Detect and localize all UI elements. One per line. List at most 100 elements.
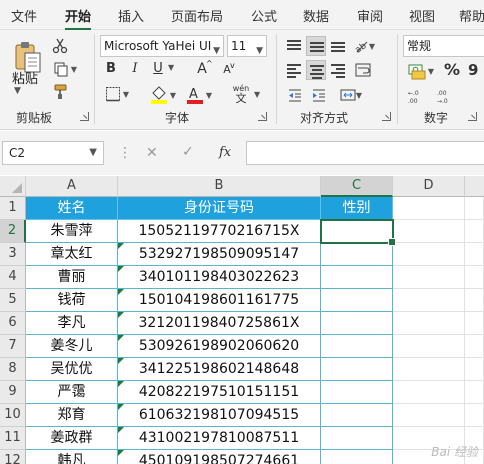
table-cell[interactable]: 420822197510151151 — [118, 381, 321, 404]
table-cell[interactable]: 431002197810087511 — [118, 427, 321, 450]
bold-button[interactable]: B — [102, 60, 120, 78]
font-color-button[interactable]: A ▼ — [184, 84, 214, 106]
row-header[interactable]: 12 — [0, 450, 26, 464]
row-header[interactable]: 7 — [0, 335, 26, 358]
table-cell[interactable]: 章太红 — [26, 243, 118, 266]
underline-dropdown-icon[interactable]: ▼ — [168, 63, 174, 72]
align-middle-icon[interactable] — [306, 36, 326, 56]
empty-cell[interactable] — [393, 404, 465, 427]
column-header-c[interactable]: C — [321, 176, 393, 197]
table-cell[interactable]: 532927198509095147 — [118, 243, 321, 266]
table-cell[interactable]: 朱雪萍 — [26, 220, 118, 243]
empty-cell[interactable] — [465, 266, 484, 289]
table-cell[interactable] — [321, 220, 393, 243]
align-bottom-icon[interactable] — [328, 36, 348, 56]
empty-cell[interactable] — [393, 335, 465, 358]
cut-button[interactable] — [50, 36, 70, 56]
empty-cell[interactable] — [465, 335, 484, 358]
accounting-format-button[interactable]: ▼ — [403, 60, 439, 82]
table-cell[interactable]: 李凡 — [26, 312, 118, 335]
column-header-b[interactable]: B — [118, 176, 321, 197]
tab-help[interactable]: 帮助 — [459, 6, 484, 25]
table-cell[interactable] — [321, 289, 393, 312]
header-cell[interactable]: 性别 — [321, 197, 393, 220]
table-cell[interactable]: 341225198602148648 — [118, 358, 321, 381]
borders-button[interactable]: ▼ — [102, 84, 132, 104]
table-cell[interactable]: 吴优优 — [26, 358, 118, 381]
table-cell[interactable] — [321, 335, 393, 358]
decrease-decimal-button[interactable]: .00 →.0 — [434, 86, 458, 106]
table-cell[interactable]: 韩凡 — [26, 450, 118, 464]
table-cell[interactable]: 严霭 — [26, 381, 118, 404]
font-size-select[interactable]: 11 ▼ — [227, 35, 267, 57]
tab-file[interactable]: 文件 — [11, 6, 37, 25]
row-header[interactable]: 1 — [0, 197, 26, 220]
column-header-a[interactable]: A — [26, 176, 118, 197]
empty-cell[interactable] — [465, 243, 484, 266]
alignment-launcher-icon[interactable] — [382, 112, 391, 121]
chevron-down-icon[interactable]: ▼ — [254, 90, 260, 99]
empty-cell[interactable] — [393, 243, 465, 266]
row-header[interactable]: 10 — [0, 404, 26, 427]
font-launcher-icon[interactable] — [258, 112, 267, 121]
table-cell[interactable] — [321, 266, 393, 289]
table-cell[interactable] — [321, 243, 393, 266]
underline-button[interactable]: U — [149, 60, 167, 78]
header-cell[interactable]: 姓名 — [26, 197, 118, 220]
increase-indent-button[interactable] — [308, 85, 330, 105]
table-cell[interactable]: 150104198601161775 — [118, 289, 321, 312]
empty-cell[interactable] — [393, 381, 465, 404]
tab-data[interactable]: 数据 — [303, 6, 329, 25]
row-header[interactable]: 6 — [0, 312, 26, 335]
font-name-select[interactable]: Microsoft YaHei UI ▼ — [100, 35, 224, 57]
table-cell[interactable]: 530926198902060620 — [118, 335, 321, 358]
orientation-button[interactable]: ab ▼ — [350, 36, 378, 56]
empty-cell[interactable] — [465, 220, 484, 243]
empty-cell[interactable] — [393, 197, 465, 220]
empty-cell[interactable] — [465, 358, 484, 381]
empty-cell[interactable] — [393, 289, 465, 312]
empty-cell[interactable] — [465, 312, 484, 335]
format-painter-button[interactable] — [50, 82, 70, 102]
tab-insert[interactable]: 插入 — [118, 6, 144, 25]
table-cell[interactable] — [321, 450, 393, 464]
empty-cell[interactable] — [465, 289, 484, 312]
phonetic-button[interactable]: wén 文 — [230, 82, 252, 106]
empty-cell[interactable] — [393, 220, 465, 243]
select-all-corner[interactable] — [0, 176, 26, 197]
fill-color-button[interactable]: ▼ — [148, 84, 178, 106]
row-header[interactable]: 8 — [0, 358, 26, 381]
empty-cell[interactable] — [465, 197, 484, 220]
decrease-indent-button[interactable] — [284, 85, 306, 105]
insert-function-button[interactable]: fx — [219, 145, 231, 160]
tab-formulas[interactable]: 公式 — [251, 6, 277, 25]
align-left-icon[interactable] — [284, 60, 304, 80]
header-cell[interactable]: 身份证号码 — [118, 197, 321, 220]
table-cell[interactable] — [321, 358, 393, 381]
table-cell[interactable]: 姜政群 — [26, 427, 118, 450]
align-right-icon[interactable] — [328, 60, 348, 80]
align-top-icon[interactable] — [284, 36, 304, 56]
copy-button[interactable]: ▼ — [50, 59, 80, 79]
row-header[interactable]: 11 — [0, 427, 26, 450]
table-cell[interactable] — [321, 427, 393, 450]
increase-decimal-button[interactable]: ←.0 .00 — [405, 86, 429, 106]
empty-cell[interactable] — [465, 404, 484, 427]
tab-page-layout[interactable]: 页面布局 — [171, 6, 223, 25]
paste-dropdown-icon[interactable]: ▼ — [14, 86, 21, 96]
table-cell[interactable]: 曹丽 — [26, 266, 118, 289]
tab-view[interactable]: 视图 — [409, 6, 435, 25]
tab-review[interactable]: 审阅 — [357, 6, 383, 25]
table-cell[interactable] — [321, 381, 393, 404]
cancel-entry-button[interactable]: ✕ — [146, 145, 158, 161]
wrap-text-button[interactable] — [352, 60, 374, 80]
number-launcher-icon[interactable] — [468, 112, 477, 121]
align-center-icon[interactable] — [306, 60, 326, 80]
table-cell[interactable]: 610632198107094515 — [118, 404, 321, 427]
row-header[interactable]: 3 — [0, 243, 26, 266]
table-cell[interactable]: 32120119840725861X — [118, 312, 321, 335]
table-cell[interactable]: 15052119770216715X — [118, 220, 321, 243]
column-header-d[interactable]: D — [393, 176, 465, 197]
table-cell[interactable]: 姜冬儿 — [26, 335, 118, 358]
formula-input[interactable] — [246, 141, 484, 165]
